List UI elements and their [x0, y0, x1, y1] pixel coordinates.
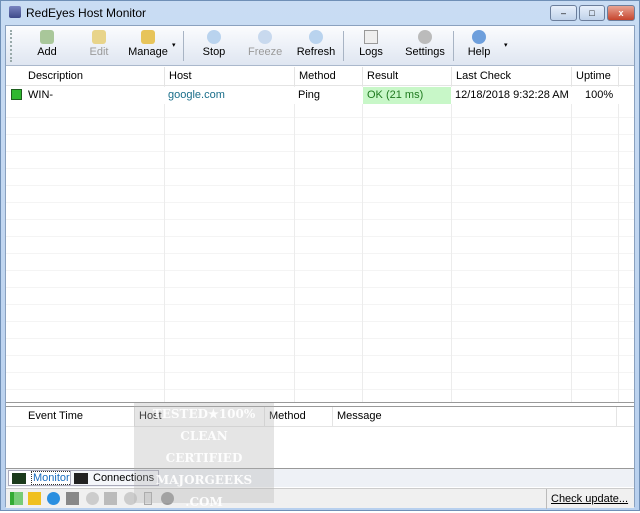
refresh-label: Refresh: [296, 46, 336, 58]
stop-icon: [207, 30, 221, 44]
column-header-result[interactable]: Result: [362, 67, 451, 86]
connections-icon: [74, 473, 88, 484]
monitor-status-icon: [11, 89, 22, 100]
lightning-icon[interactable]: [28, 492, 41, 505]
table-row[interactable]: WIN- google.com Ping OK (21 ms) 12/18/20…: [6, 87, 634, 104]
window-title: RedEyes Host Monitor: [26, 6, 147, 20]
event-log-list[interactable]: Event Time Host Method Message: [6, 406, 634, 469]
edit-button[interactable]: Edit: [86, 28, 112, 64]
manage-icon: [141, 30, 155, 44]
monitor-list[interactable]: Description Host Method Result Last Chec…: [6, 67, 634, 403]
gridline: [362, 86, 363, 402]
event-log-header: Event Time Host Method Message: [6, 407, 634, 427]
toolbar-separator: [343, 31, 344, 61]
column-header-filler: [618, 67, 634, 86]
manage-label: Manage: [128, 46, 168, 58]
help-icon: [472, 30, 486, 44]
cell-uptime: 100%: [585, 89, 614, 101]
globe-icon[interactable]: [161, 492, 174, 505]
monitor-list-header: Description Host Method Result Last Chec…: [6, 67, 634, 86]
toolbar-separator: [453, 31, 454, 61]
column-header-message[interactable]: Message: [332, 407, 616, 426]
add-button[interactable]: Add: [34, 28, 60, 64]
battery-icon[interactable]: [144, 492, 152, 505]
gear-icon: [418, 30, 432, 44]
gridline: [451, 86, 452, 402]
pause-icon: [258, 30, 272, 44]
gridline: [618, 86, 619, 402]
tab-connections[interactable]: Connections: [70, 470, 160, 486]
camera-icon[interactable]: [104, 492, 117, 505]
maximize-button[interactable]: □: [579, 5, 605, 21]
add-label: Add: [37, 46, 57, 58]
manage-dropdown-icon[interactable]: ▾: [172, 41, 176, 49]
column-header-filler: [616, 407, 634, 426]
settings-label: Settings: [405, 46, 445, 58]
title-bar: RedEyes Host Monitor – □ x: [1, 1, 639, 25]
minimize-button[interactable]: –: [550, 5, 577, 21]
freeze-button[interactable]: Freeze: [248, 28, 282, 64]
toolbar-separator: [183, 31, 184, 61]
refresh-icon: [309, 30, 323, 44]
toolbar: Add Edit Manage ▾ Stop Freeze Refresh Lo…: [6, 26, 634, 66]
edit-label: Edit: [89, 46, 109, 58]
column-header-last-check[interactable]: Last Check: [451, 67, 571, 86]
cell-host: google.com: [168, 89, 225, 101]
column-header-method[interactable]: Method: [294, 67, 362, 86]
cell-method: Ping: [298, 89, 321, 101]
cell-result: OK (21 ms): [363, 87, 451, 104]
column-header-method[interactable]: Method: [264, 407, 332, 426]
column-header-host[interactable]: Host: [164, 67, 294, 86]
speaker-icon[interactable]: [66, 492, 79, 505]
freeze-label: Freeze: [248, 46, 283, 58]
gear-icon[interactable]: [86, 492, 99, 505]
refresh-button[interactable]: Refresh: [296, 28, 336, 64]
add-icon: [40, 30, 54, 44]
tab-monitor[interactable]: Monitor: [8, 470, 77, 486]
tab-monitor-label: Monitor: [31, 471, 72, 485]
settings-button[interactable]: Settings: [405, 28, 445, 64]
tab-connections-label: Connections: [93, 472, 155, 484]
info-icon[interactable]: [47, 492, 60, 505]
toolbar-grip[interactable]: [10, 30, 12, 62]
help-dropdown-icon[interactable]: ▾: [504, 41, 508, 49]
gridline: [571, 86, 572, 402]
manage-button[interactable]: Manage: [128, 28, 168, 64]
status-separator: [546, 489, 547, 509]
close-button[interactable]: x: [607, 5, 635, 21]
check-update-link[interactable]: Check update...: [551, 493, 628, 505]
monitor-icon: [12, 473, 26, 484]
stop-button[interactable]: Stop: [199, 28, 229, 64]
help-button[interactable]: Help: [466, 28, 492, 64]
cell-last-check: 12/18/2018 9:32:28 AM: [455, 89, 569, 101]
column-header-host[interactable]: Host: [134, 407, 264, 426]
app-window: RedEyes Host Monitor – □ x Add Edit Mana…: [0, 0, 640, 511]
help-label: Help: [467, 46, 491, 58]
status-bar: Check update...: [6, 488, 634, 509]
flower-icon[interactable]: [124, 492, 137, 505]
column-header-event-time[interactable]: Event Time: [24, 407, 134, 426]
column-header-description[interactable]: Description: [24, 67, 164, 86]
edit-icon: [92, 30, 106, 44]
gridline: [164, 86, 165, 402]
app-icon: [9, 6, 21, 18]
logs-button[interactable]: Logs: [358, 28, 384, 64]
stop-label: Stop: [202, 46, 226, 58]
gridline: [294, 86, 295, 402]
view-tabs: Monitor Connections: [6, 469, 634, 487]
column-header-uptime[interactable]: Uptime: [571, 67, 618, 86]
client-area: Add Edit Manage ▾ Stop Freeze Refresh Lo…: [5, 25, 635, 509]
cell-description: WIN-: [28, 89, 54, 101]
document-icon: [364, 30, 378, 44]
signal-icon[interactable]: [10, 492, 23, 505]
logs-label: Logs: [359, 46, 383, 58]
